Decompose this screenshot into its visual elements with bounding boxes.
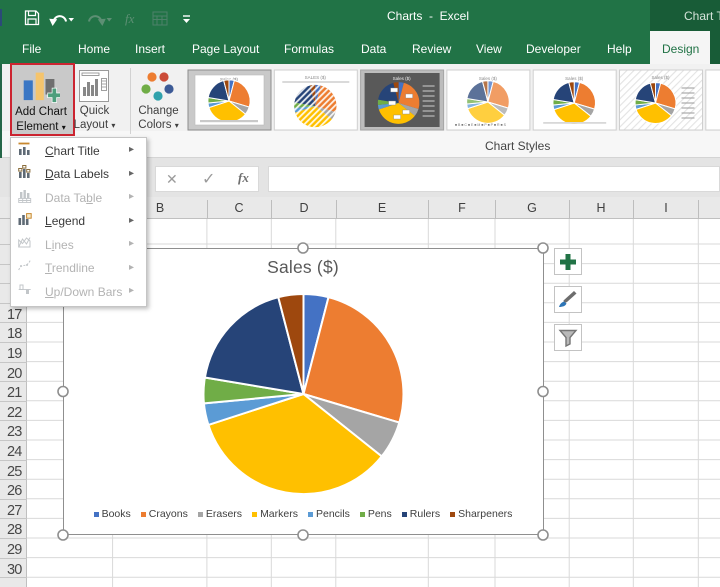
svg-text:SALES ($): SALES ($) [305,75,327,80]
svg-text:Sales ($): Sales ($) [393,76,412,81]
svg-text:fx: fx [125,11,135,26]
svg-text:Sales ($): Sales ($) [651,75,670,80]
svg-text:■ B ■ C ■ E ■ M ■ P ■ P ■ R ■: ■ B ■ C ■ E ■ M ■ P ■ P ■ R ■ S [455,123,507,127]
svg-text:Sales ($): Sales ($) [565,76,584,81]
